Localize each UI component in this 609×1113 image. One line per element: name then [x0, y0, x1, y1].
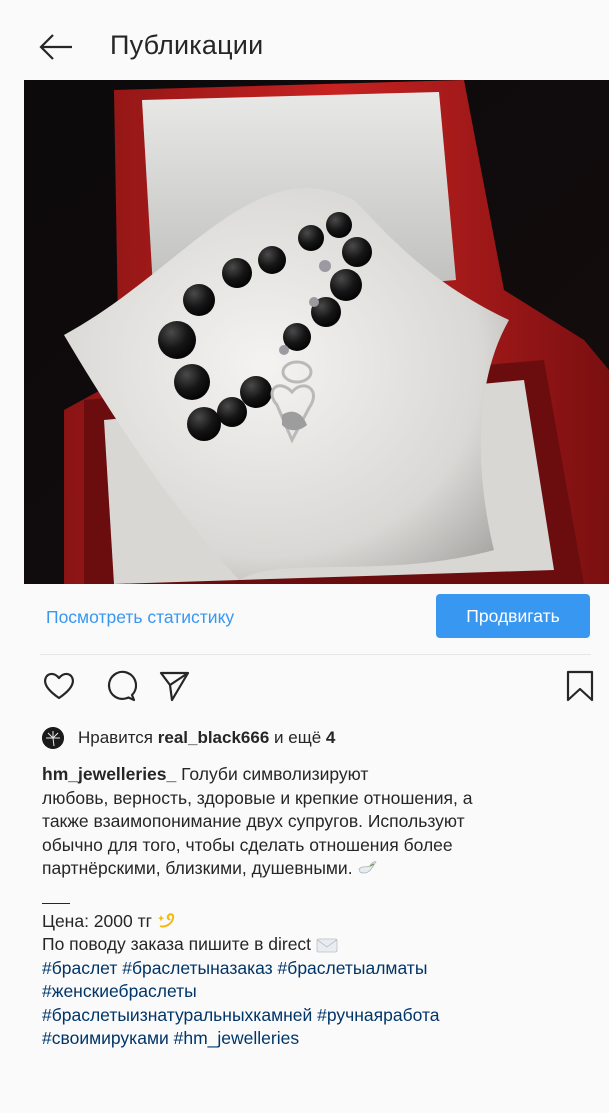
caption-line: также взаимопонимание двух супругов. Исп…: [42, 811, 465, 831]
likes-prefix: Нравится: [78, 728, 154, 747]
avatar: [42, 727, 64, 749]
page-title: Публикации: [110, 30, 264, 60]
comment-button[interactable]: [103, 669, 138, 703]
comment-icon: [107, 670, 138, 702]
order-text: По поводу заказа пишите в direct: [42, 934, 312, 954]
promote-button[interactable]: Продвигать: [436, 594, 590, 638]
hashtags-line[interactable]: #браслет #браслетыназаказ #браслетыалмат…: [42, 957, 602, 981]
divider: [40, 654, 591, 655]
post-image[interactable]: [24, 80, 609, 584]
dove-emoji-icon: [358, 861, 378, 874]
likes-text: Нравится real_black666 и ещё 4: [78, 728, 335, 748]
likes-summary[interactable]: Нравится real_black666 и ещё 4: [42, 727, 335, 749]
save-button[interactable]: [563, 669, 597, 703]
dandelion-icon: [42, 727, 64, 749]
share-button[interactable]: [157, 669, 191, 703]
like-button[interactable]: [42, 669, 76, 703]
hashtags-line[interactable]: #женскиебраслеты: [42, 980, 602, 1004]
envelope-emoji-icon: [316, 938, 338, 953]
top-bar: Публикации: [24, 0, 609, 80]
caption-line: партнёрскими, близкими, душевными.: [42, 858, 353, 878]
likes-count[interactable]: 4: [326, 728, 335, 747]
caption-separator: [42, 902, 70, 904]
dizzy-emoji-icon: [157, 912, 175, 927]
caption-line: обычно для того, чтобы сделать отношения…: [42, 834, 453, 855]
view-insights-link[interactable]: Посмотреть статистику: [46, 607, 234, 628]
hashtags-line[interactable]: #своимируками #hm_jewelleries: [42, 1027, 602, 1051]
liker-username[interactable]: real_black666: [158, 728, 270, 747]
share-icon: [159, 671, 190, 702]
likes-middle: и ещё: [274, 728, 322, 747]
bookmark-icon: [566, 670, 594, 702]
post-page: Публикации Посмотреть статистику Продвиг…: [0, 0, 609, 1113]
bracelet-photo: [24, 80, 609, 584]
post-caption: hm_jewelleries_ Голуби символизируют люб…: [42, 763, 602, 1051]
caption-username[interactable]: hm_jewelleries_: [42, 764, 176, 784]
price-text: Цена: 2000 тг: [42, 910, 152, 931]
caption-line: любовь, верность, здоровые и крепкие отн…: [42, 787, 473, 808]
caption-line: Голуби символизируют: [181, 764, 369, 784]
back-button[interactable]: [38, 30, 74, 64]
arrow-left-icon: [39, 34, 72, 60]
heart-icon: [44, 672, 74, 700]
hashtags-line[interactable]: #браслетыизнатуральныхкамней #ручнаярабо…: [42, 1004, 602, 1028]
